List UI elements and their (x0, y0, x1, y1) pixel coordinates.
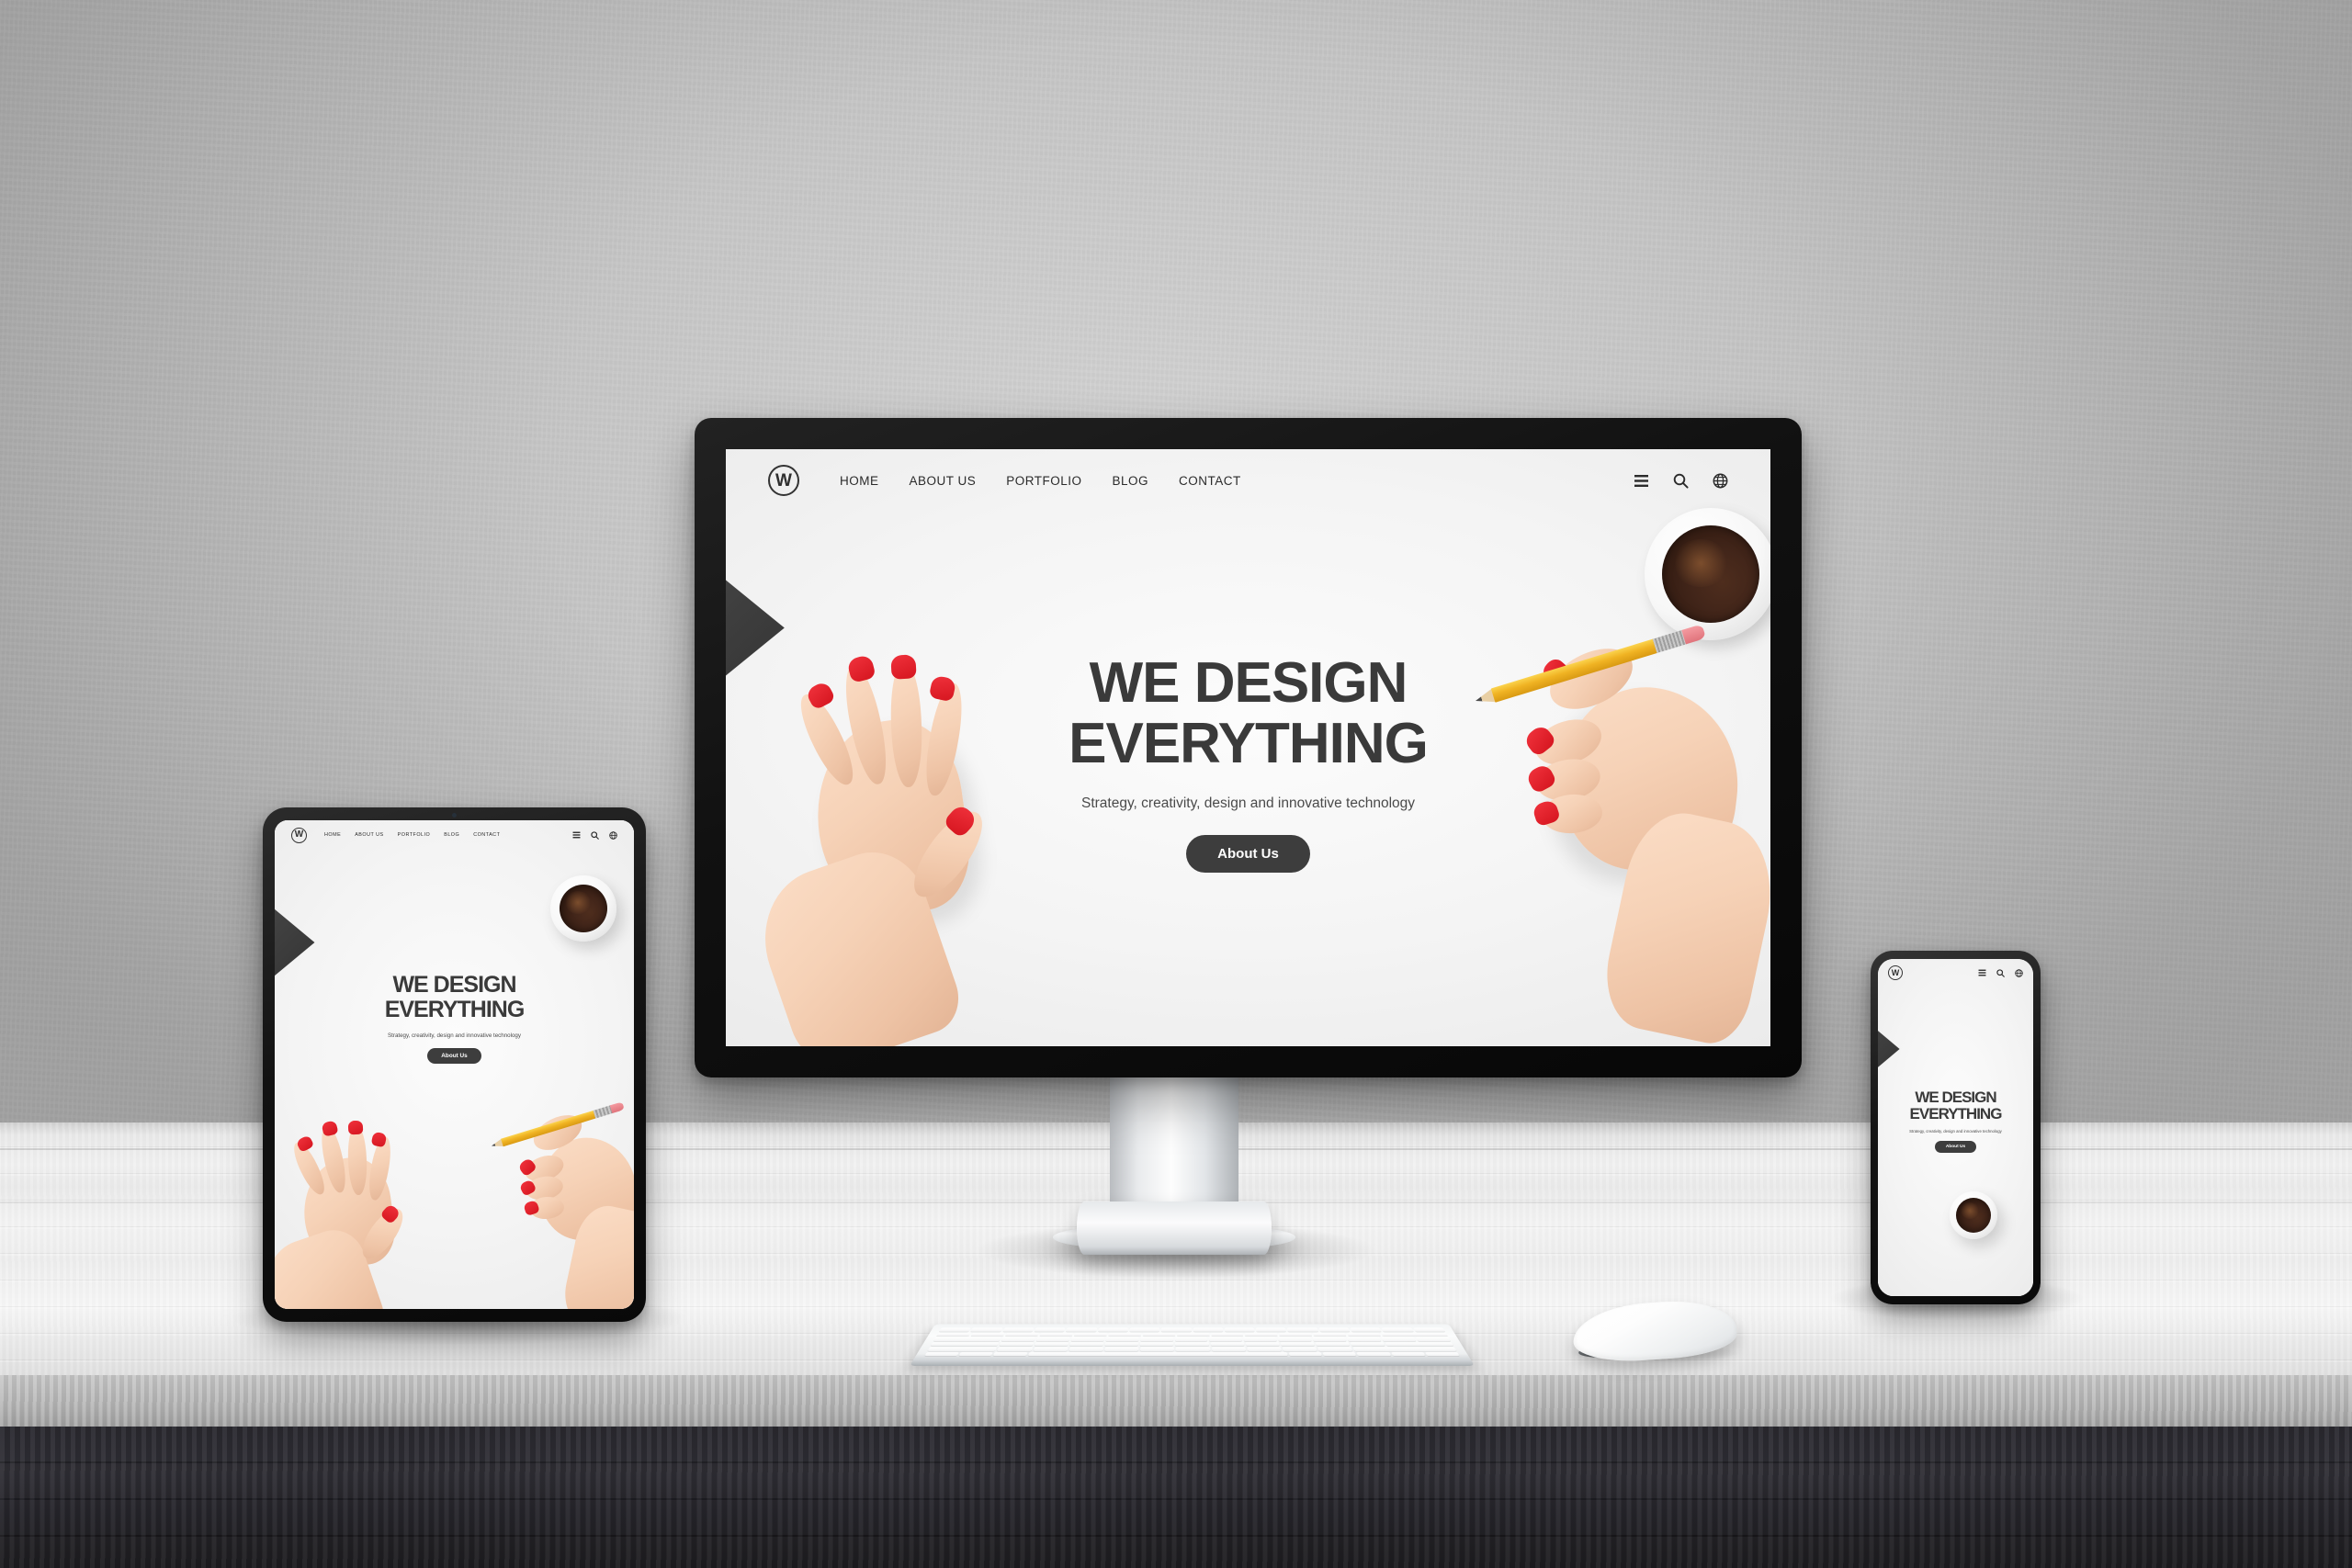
keyboard-body (910, 1324, 1475, 1366)
tablet-screen[interactable]: W HOME ABOUT US PORTFOLIO BLOG CONTACT W… (275, 820, 634, 1309)
nav-icon-group (1634, 473, 1728, 489)
nav-link-blog[interactable]: BLOG (444, 832, 459, 838)
dark-notebook-corner-icon (1878, 1012, 1920, 1086)
nav-links: HOME ABOUT US PORTFOLIO BLOG CONTACT (840, 474, 1241, 488)
wireless-mouse[interactable] (1569, 1296, 1740, 1366)
w-circle-logo[interactable]: W (768, 465, 799, 496)
w-circle-logo[interactable]: W (291, 827, 307, 843)
search-icon[interactable] (1673, 473, 1689, 489)
tablet-device: W HOME ABOUT US PORTFOLIO BLOG CONTACT W… (263, 807, 646, 1322)
hero-title-line1: WE DESIGN (1089, 651, 1408, 715)
nav-link-blog[interactable]: BLOG (1113, 474, 1149, 488)
keyboard-keys (924, 1327, 1460, 1357)
hero-subtitle: Strategy, creativity, design and innovat… (1080, 795, 1416, 811)
coffee-crema (1672, 539, 1729, 587)
dark-floor (0, 1427, 2352, 1568)
nav-link-portfolio[interactable]: PORTFOLIO (1006, 474, 1081, 488)
hamburger-menu-icon[interactable] (572, 831, 581, 839)
right-hand-holding-pencil (493, 1101, 634, 1309)
fingernail (321, 1120, 339, 1137)
keyboard-row (930, 1341, 1453, 1347)
keyboard-row (933, 1337, 1451, 1341)
hero-subtitle: Strategy, creativity, design and innovat… (388, 1032, 521, 1039)
keyboard-row (927, 1347, 1457, 1351)
coffee-crema (564, 891, 592, 914)
monitor-base (1077, 1201, 1272, 1255)
left-hand-red-nails (275, 1114, 431, 1309)
nav-link-home[interactable]: HOME (324, 832, 341, 838)
desk-front-edge (0, 1375, 2352, 1428)
globe-icon[interactable] (1713, 473, 1728, 489)
hero-title-line2: EVERYTHING (1909, 1105, 2003, 1123)
nav-link-about-us[interactable]: ABOUT US (355, 832, 383, 838)
website-tablet: W HOME ABOUT US PORTFOLIO BLOG CONTACT W… (275, 820, 634, 1309)
spacebar-key[interactable] (1027, 1351, 1288, 1357)
coffee-cup (550, 875, 616, 942)
hero-title-line2: EVERYTHING (1069, 712, 1429, 776)
nav-link-contact[interactable]: CONTACT (473, 832, 500, 838)
coffee-cup (1950, 1191, 1997, 1239)
hero-section: WE DESIGN EVERYTHING Strategy, creativit… (726, 651, 1770, 873)
fingernail (347, 1120, 364, 1135)
hero-title-line1: WE DESIGN (392, 972, 516, 998)
hero-title-line2: EVERYTHING (384, 996, 526, 1022)
w-circle-logo[interactable]: W (1888, 965, 1903, 980)
nav-link-portfolio[interactable]: PORTFOLIO (398, 832, 431, 838)
keyboard-row (936, 1332, 1448, 1337)
nav-link-about-us[interactable]: ABOUT US (910, 474, 977, 488)
website-desktop: W HOME ABOUT US PORTFOLIO BLOG CONTACT W… (726, 449, 1770, 1046)
about-us-button[interactable]: About Us (427, 1047, 481, 1064)
nav-icon-group (1978, 968, 2023, 977)
keyboard-row (924, 1351, 1460, 1357)
nav-link-contact[interactable]: CONTACT (1179, 474, 1241, 488)
nav-links: HOME ABOUT US PORTFOLIO BLOG CONTACT (324, 832, 500, 838)
globe-icon[interactable] (609, 830, 617, 840)
hero-subtitle: Strategy, creativity, design and innovat… (1909, 1129, 2002, 1134)
about-us-button[interactable]: About Us (1934, 1141, 1977, 1154)
site-navbar: W (1878, 959, 2033, 987)
coffee-cup (1645, 508, 1770, 640)
phone-screen[interactable]: W WE DESIGN EVERYTHING Strategy, creativ… (1878, 959, 2033, 1296)
hero-section: WE DESIGN EVERYTHING Strategy, creativit… (275, 973, 634, 1064)
site-navbar: W HOME ABOUT US PORTFOLIO BLOG CONTACT (726, 449, 1770, 512)
smartphone-device: W WE DESIGN EVERYTHING Strategy, creativ… (1871, 951, 2041, 1304)
coffee-crema (1960, 1202, 1980, 1219)
wireless-keyboard[interactable] (910, 1300, 1475, 1366)
search-icon[interactable] (1996, 968, 2005, 977)
keyboard-row (939, 1327, 1445, 1332)
website-phone: W WE DESIGN EVERYTHING Strategy, creativ… (1878, 959, 2033, 1296)
hamburger-menu-icon[interactable] (1978, 969, 1986, 976)
hero-section: WE DESIGN EVERYTHING Strategy, creativit… (1878, 1089, 2033, 1154)
nav-icon-group (572, 830, 617, 840)
desktop-monitor: W HOME ABOUT US PORTFOLIO BLOG CONTACT W… (695, 418, 1802, 1077)
hamburger-menu-icon[interactable] (1634, 474, 1649, 488)
monitor-screen[interactable]: W HOME ABOUT US PORTFOLIO BLOG CONTACT W… (726, 449, 1770, 1046)
floor-grain (0, 1427, 2352, 1568)
globe-icon[interactable] (2015, 968, 2023, 977)
tablet-camera (452, 813, 457, 818)
about-us-button[interactable]: About Us (1186, 834, 1310, 873)
nav-link-home[interactable]: HOME (840, 474, 879, 488)
hero-title-line1: WE DESIGN (1915, 1089, 1996, 1106)
desk-scene: W HOME ABOUT US PORTFOLIO BLOG CONTACT W… (0, 0, 2352, 1568)
site-navbar: W HOME ABOUT US PORTFOLIO BLOG CONTACT (275, 820, 634, 850)
search-icon[interactable] (591, 830, 599, 840)
desk-edge-grain (0, 1375, 2352, 1428)
